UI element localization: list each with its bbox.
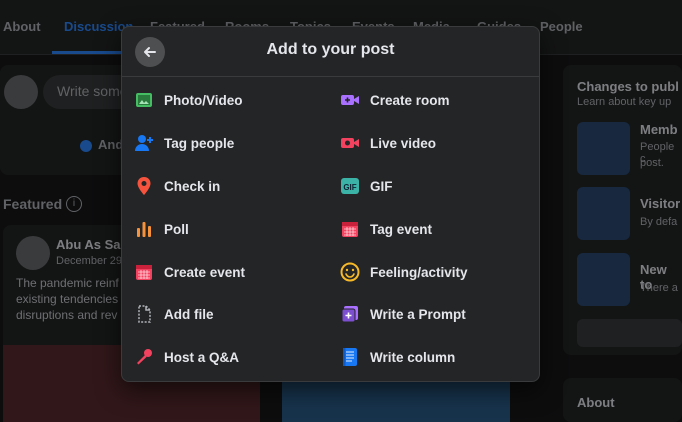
option-label: Create room: [370, 92, 450, 108]
calendar-icon: [134, 262, 154, 282]
option-label: Add file: [164, 306, 214, 322]
gif-option[interactable]: GIF GIF: [328, 169, 518, 203]
write-prompt-option[interactable]: Write a Prompt: [328, 297, 518, 331]
photo-video-icon: [134, 90, 154, 110]
option-label: Live video: [370, 135, 437, 151]
option-label: Photo/Video: [164, 92, 243, 108]
dialog-header: Add to your post: [122, 27, 539, 77]
option-label: Host a Q&A: [164, 349, 240, 365]
option-label: Write column: [370, 349, 456, 365]
smiley-icon: [340, 262, 360, 282]
poll-icon: [134, 219, 154, 239]
tag-event-option[interactable]: Tag event: [328, 212, 518, 246]
video-camera-plus-icon: [340, 90, 360, 110]
column-icon: [340, 347, 360, 367]
live-video-icon: [340, 133, 360, 153]
check-in-option[interactable]: Check in: [122, 169, 312, 203]
microphone-icon: [134, 347, 154, 367]
option-label: Feeling/activity: [370, 264, 468, 280]
option-label: Create event: [164, 264, 246, 280]
add-to-post-dialog: Add to your post Photo/Video Tag people …: [121, 26, 540, 382]
write-column-option[interactable]: Write column: [328, 340, 518, 374]
tag-people-option[interactable]: Tag people: [122, 126, 312, 160]
gif-icon: GIF: [340, 176, 360, 196]
location-pin-icon: [134, 176, 154, 196]
add-file-option[interactable]: Add file: [122, 297, 312, 331]
prompt-icon: [340, 304, 360, 324]
option-label: Check in: [164, 178, 221, 194]
feeling-activity-option[interactable]: Feeling/activity: [328, 255, 518, 289]
svg-text:GIF: GIF: [343, 183, 356, 192]
option-label: Write a Prompt: [370, 306, 466, 322]
photo-video-option[interactable]: Photo/Video: [122, 83, 312, 117]
create-room-option[interactable]: Create room: [328, 83, 518, 117]
file-icon: [134, 304, 154, 324]
option-label: Tag event: [370, 221, 433, 237]
poll-option[interactable]: Poll: [122, 212, 312, 246]
host-qa-option[interactable]: Host a Q&A: [122, 340, 312, 374]
option-label: GIF: [370, 178, 393, 194]
option-label: Poll: [164, 221, 189, 237]
option-label: Tag people: [164, 135, 235, 151]
tag-event-icon: [340, 219, 360, 239]
dialog-title: Add to your post: [266, 41, 395, 58]
live-video-option[interactable]: Live video: [328, 126, 518, 160]
tag-people-icon: [134, 133, 154, 153]
create-event-option[interactable]: Create event: [122, 255, 312, 289]
